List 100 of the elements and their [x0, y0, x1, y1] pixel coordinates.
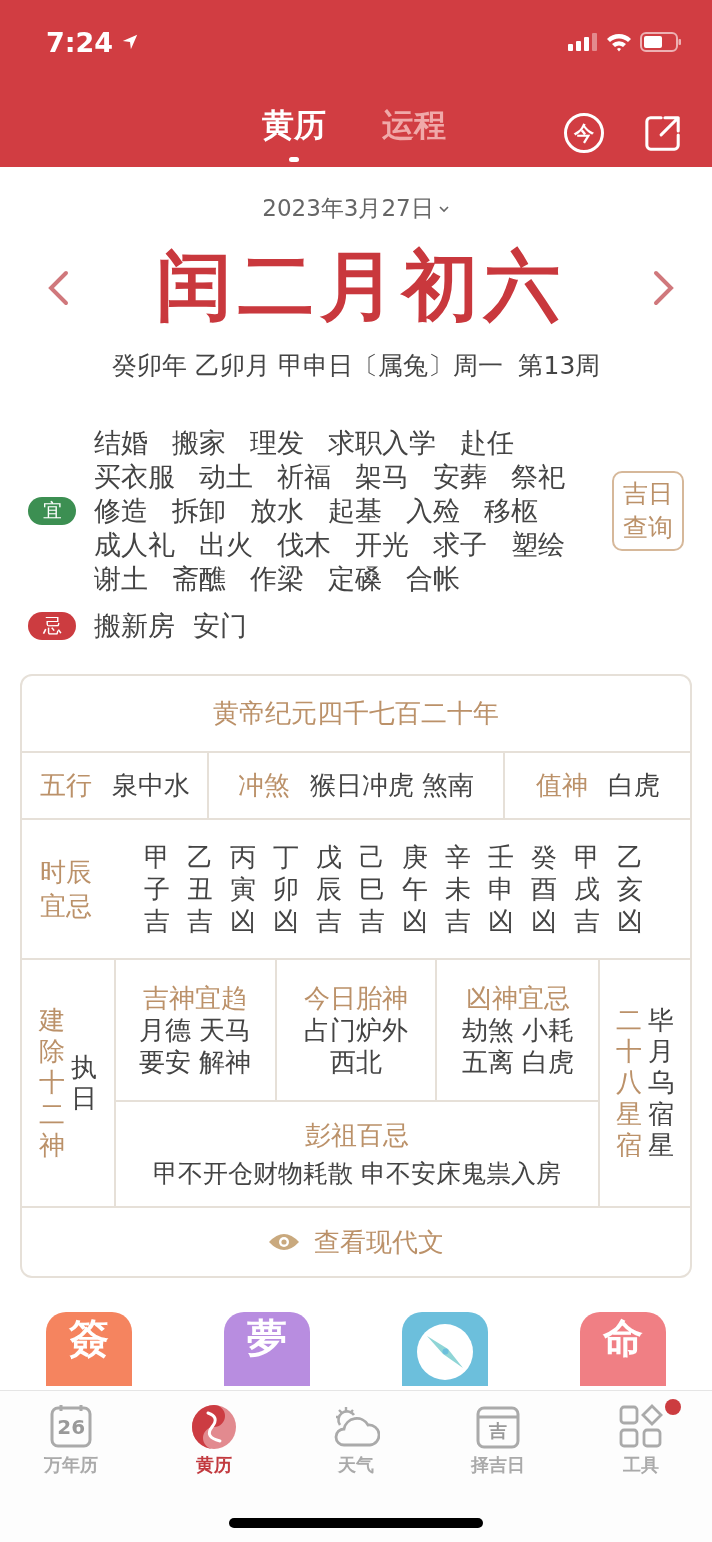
suitable-activity: 赴任 [460, 426, 514, 460]
hour-luck: 凶 [617, 905, 643, 937]
header-tab[interactable]: 黄历 [262, 104, 326, 162]
era-year: 黄帝纪元四千七百二十年 [22, 676, 690, 753]
fact-value: 白虎 [607, 769, 660, 802]
calendar-glyph: 吉 [489, 1421, 508, 1441]
pengzu-text: 甲不开仓财物耗散 申不安床鬼祟入房 [153, 1158, 561, 1190]
suitable-activity: 安葬 [433, 460, 487, 494]
suitable-activity: 理发 [250, 426, 304, 460]
hour-stem: 壬 [488, 841, 514, 873]
today-button[interactable]: 今 [564, 113, 604, 153]
bottom-tab[interactable]: 黄历 [163, 1403, 264, 1487]
hour-stem: 庚 [402, 841, 428, 873]
god-title: 吉神宜趋 [143, 982, 248, 1014]
hours-label: 时辰宜忌 [40, 856, 93, 923]
hour-luck: 吉 [574, 905, 600, 937]
app-icon[interactable]: 命 [580, 1312, 666, 1386]
hour-branch: 未 [445, 873, 471, 905]
suitable-activity: 放水 [250, 494, 304, 528]
suitable-activity: 谢土 [94, 562, 148, 596]
hour-branch: 辰 [316, 873, 342, 905]
fact-label: 五行 [39, 769, 92, 802]
chevron-down-icon[interactable] [437, 204, 450, 213]
avoid-badge: 忌 [28, 612, 76, 640]
hour-luck: 吉 [445, 905, 471, 937]
lucky-day-button[interactable]: 吉日查询 [612, 471, 684, 551]
hour-stem: 癸 [531, 841, 557, 873]
suitable-activity: 开光 [355, 528, 409, 562]
share-icon[interactable] [644, 114, 682, 152]
god-title: 今日胎神 [304, 982, 408, 1014]
suitable-activity: 求职入学 [328, 426, 436, 460]
mansion-value: 毕月乌宿星 [648, 1005, 674, 1161]
suitable-activity: 移柩 [484, 494, 538, 528]
hour-stem: 戊 [316, 841, 342, 873]
suitable-activity: 修造 [94, 494, 148, 528]
app-icon[interactable]: 簽 [46, 1312, 132, 1386]
compass-app-icon[interactable] [402, 1312, 488, 1386]
hour-luck: 吉 [144, 905, 170, 937]
avoid-activity: 安门 [193, 609, 247, 643]
location-arrow-icon [121, 33, 140, 51]
suitable-activity: 求子 [433, 528, 487, 562]
hour-branch: 子 [144, 873, 170, 905]
bottom-tab[interactable]: 26 万年历 [21, 1403, 122, 1487]
app-icon[interactable]: 夢 [224, 1312, 310, 1386]
fact-label: 冲煞 [237, 769, 290, 802]
hour-branch: 寅 [230, 873, 256, 905]
god-line: 五离 白虎 [461, 1046, 574, 1078]
calendar-day: 26 [57, 1416, 86, 1438]
suitable-activity: 结婚 [94, 426, 148, 460]
battery-icon [640, 32, 682, 52]
suitable-activity: 塑绘 [511, 528, 565, 562]
suitable-activity: 斋醮 [172, 562, 226, 596]
hour-branch: 酉 [531, 873, 557, 905]
god-line: 月德 天马 [139, 1014, 252, 1046]
suitable-activity: 入殓 [406, 494, 460, 528]
bottom-tab[interactable]: 天气 [305, 1403, 406, 1487]
suitable-activity: 买衣服 [94, 460, 175, 494]
suitable-activity: 出火 [199, 528, 253, 562]
hour-luck: 凶 [230, 905, 256, 937]
hour-branch: 午 [402, 873, 428, 905]
hour-branch: 戌 [574, 873, 600, 905]
previous-day-icon[interactable] [46, 269, 70, 306]
god-line: 劫煞 小耗 [461, 1014, 574, 1046]
hour-branch: 亥 [617, 873, 643, 905]
pengzu-title: 彭祖百忌 [305, 1119, 409, 1152]
mansion-label: 二十八星宿 [616, 1005, 642, 1161]
twelve-gods-value: 执日 [71, 1051, 97, 1115]
god-line: 要安 解神 [139, 1046, 252, 1078]
hour-stem: 乙 [187, 841, 213, 873]
hour-luck: 吉 [187, 905, 213, 937]
fact-value: 泉中水 [111, 769, 190, 802]
suitable-activity: 定磉 [328, 562, 382, 596]
hour-luck: 凶 [273, 905, 299, 937]
hour-stem: 甲 [144, 841, 170, 873]
suitable-activity: 起基 [328, 494, 382, 528]
hour-luck: 凶 [531, 905, 557, 937]
next-day-icon[interactable] [652, 269, 676, 306]
bottom-tab[interactable]: 工具 [590, 1403, 691, 1487]
suitable-activity: 架马 [355, 460, 409, 494]
suitable-activity: 祈福 [277, 460, 331, 494]
suitable-activity: 祭祀 [511, 460, 565, 494]
hour-stem: 乙 [617, 841, 643, 873]
hour-stem: 丁 [273, 841, 299, 873]
suitable-activity: 搬家 [172, 426, 226, 460]
bottom-tab[interactable]: 吉 择吉日 [448, 1403, 549, 1487]
yin-yang-icon [189, 1403, 238, 1451]
header-tab[interactable]: 运程 [382, 104, 446, 162]
god-line: 西北 [330, 1046, 382, 1078]
fact-value: 猴日冲虎 煞南 [309, 769, 475, 802]
modern-text-button[interactable]: 查看现代文 [314, 1224, 444, 1260]
suitable-activity: 伐木 [277, 528, 331, 562]
god-title: 凶神宜忌 [465, 982, 570, 1014]
hour-luck: 吉 [359, 905, 385, 937]
ganzhi-date: 癸卯年 乙卯月 甲申日〔属兔〕周一 第13周 [110, 350, 602, 382]
suitable-activity: 合帐 [406, 562, 460, 596]
twelve-gods-label: 建除十二神 [39, 1005, 65, 1161]
eye-icon[interactable] [268, 1232, 300, 1252]
suitable-badge: 宜 [28, 497, 76, 525]
lunar-date: 闰二月初六 [156, 240, 566, 332]
date-picker[interactable]: 2023年3月27日 [262, 193, 450, 224]
